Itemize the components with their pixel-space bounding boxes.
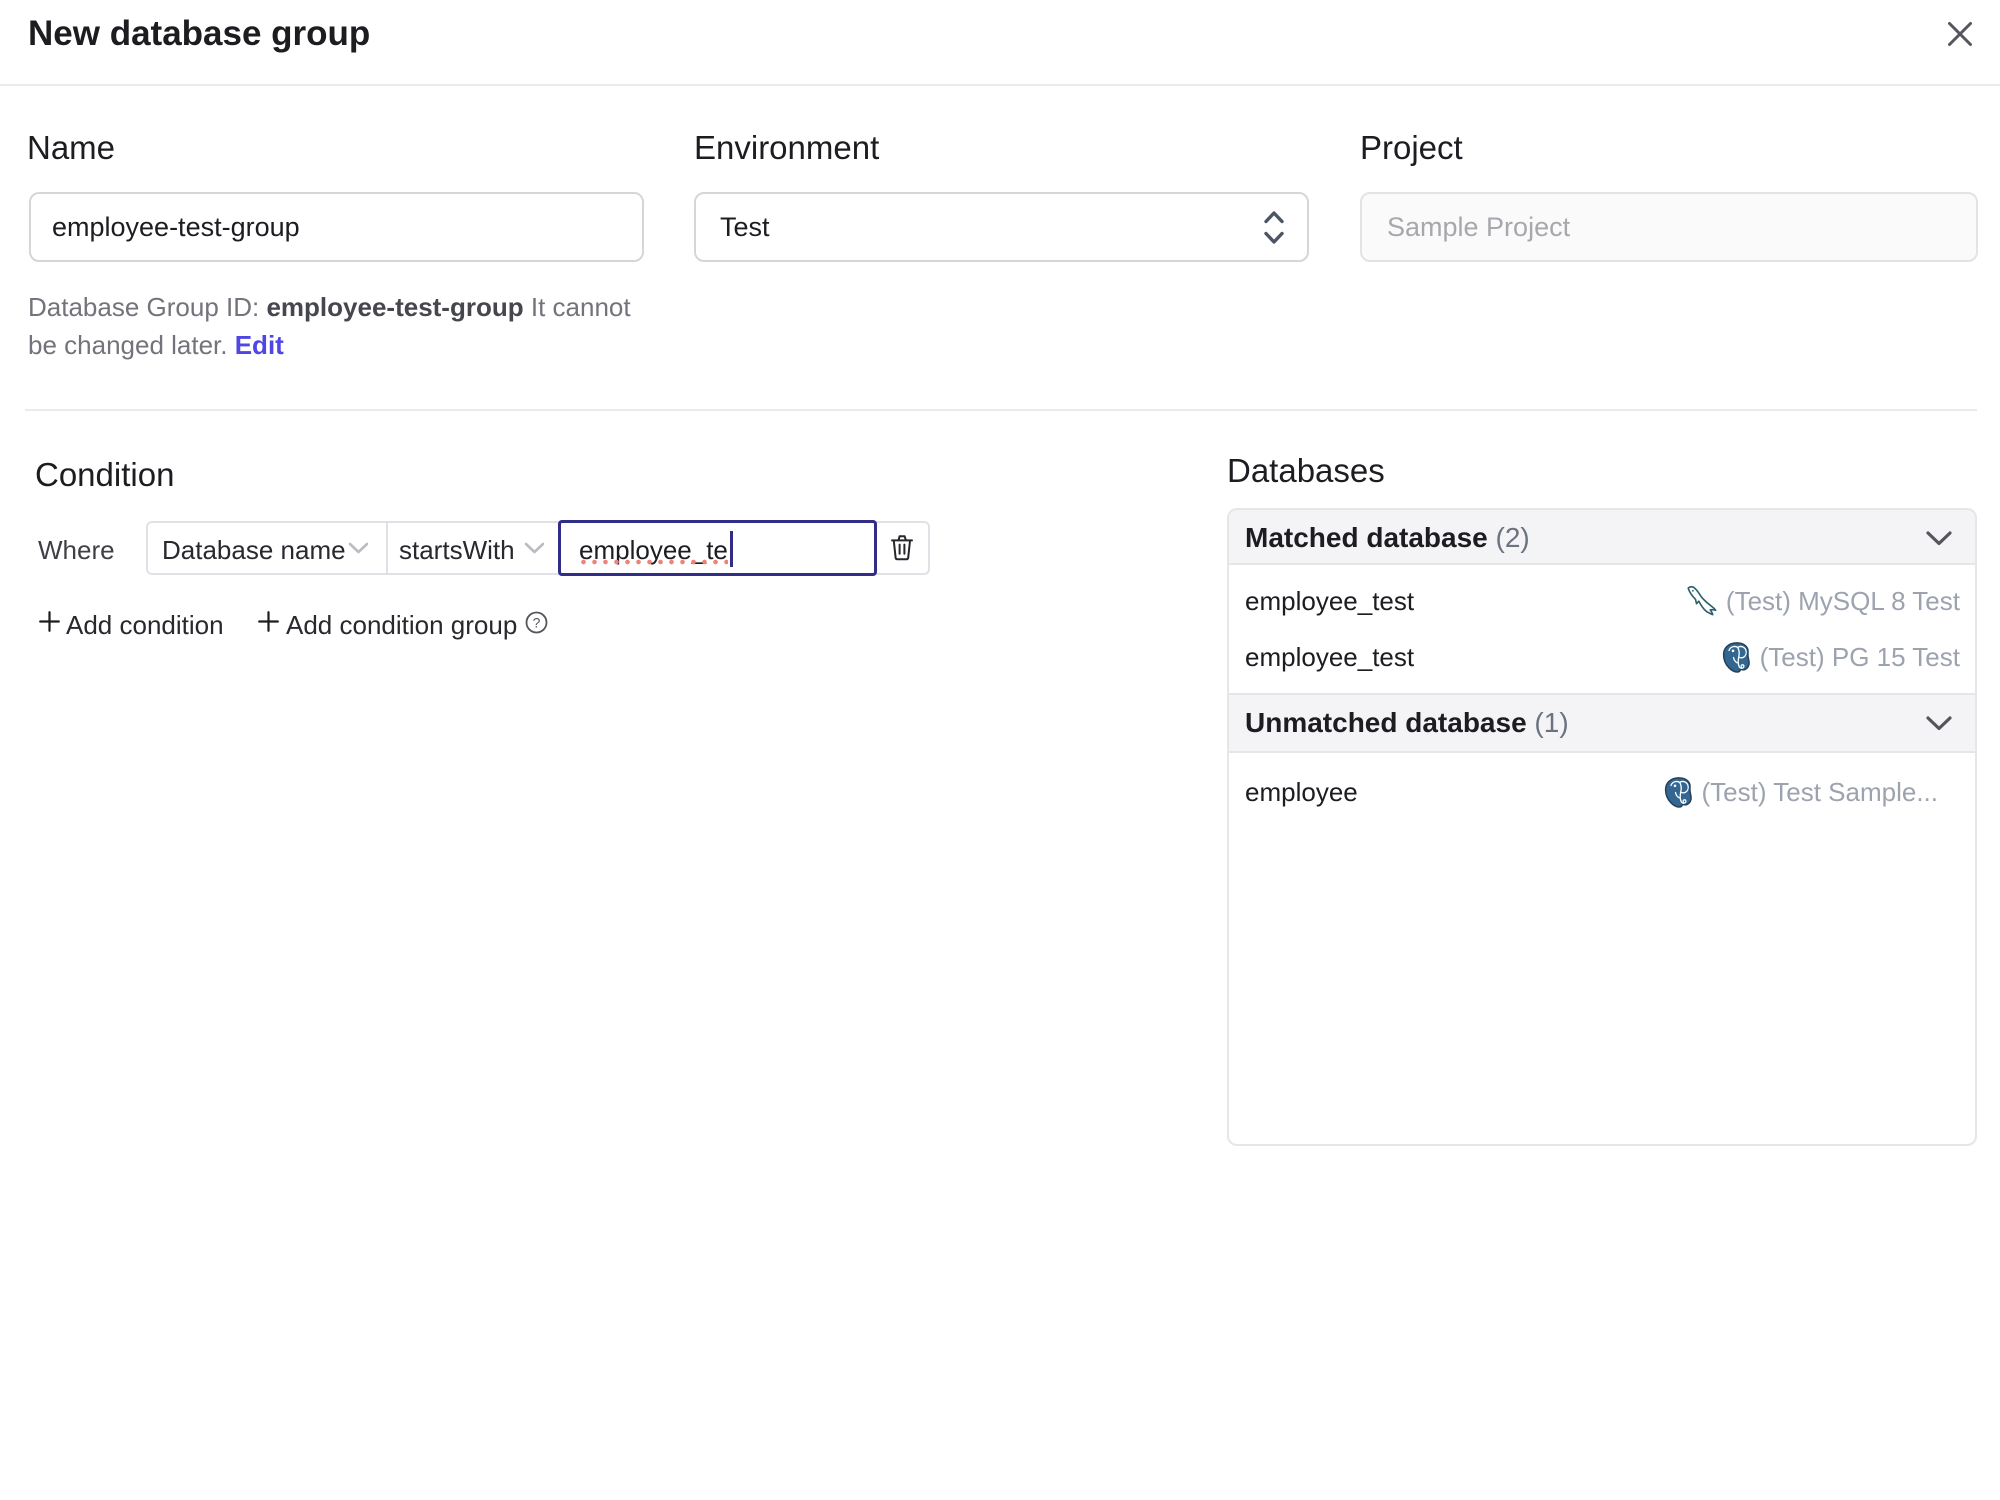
svg-text:?: ? bbox=[533, 615, 541, 631]
